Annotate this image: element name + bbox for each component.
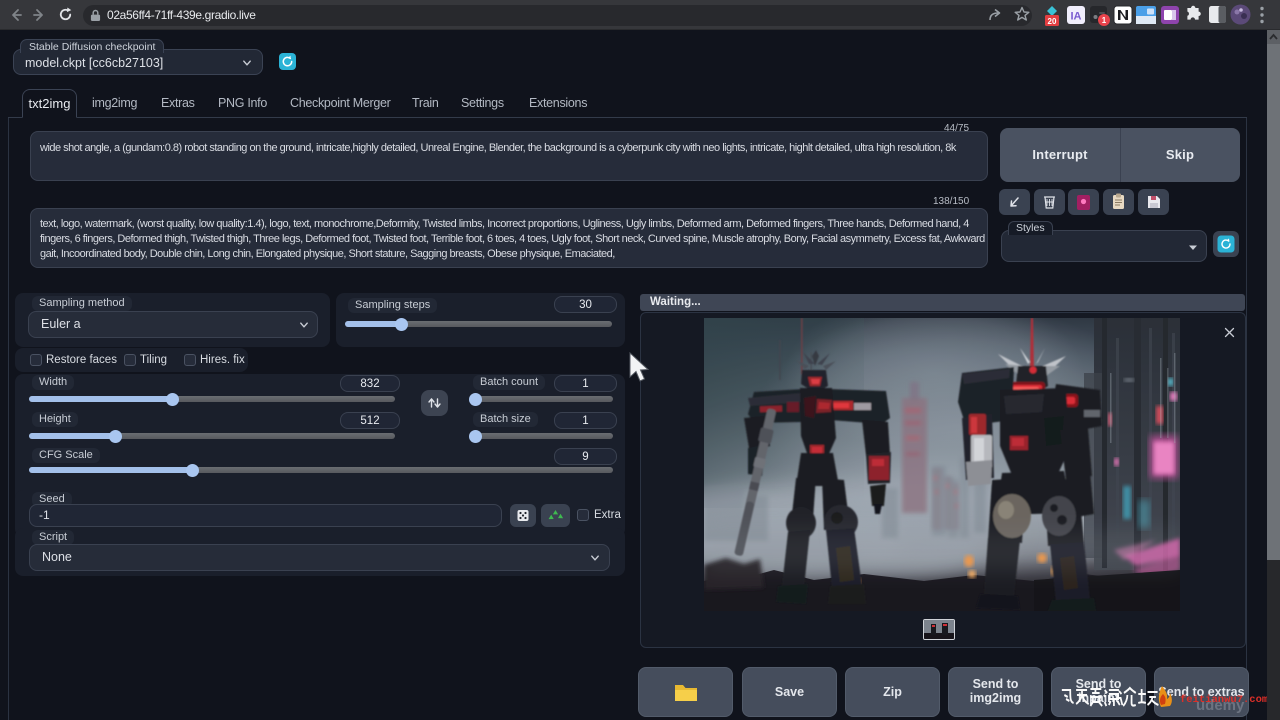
- svg-text:IA: IA: [1071, 11, 1082, 23]
- svg-text:1: 1: [1102, 16, 1107, 25]
- svg-text:20: 20: [1048, 17, 1057, 26]
